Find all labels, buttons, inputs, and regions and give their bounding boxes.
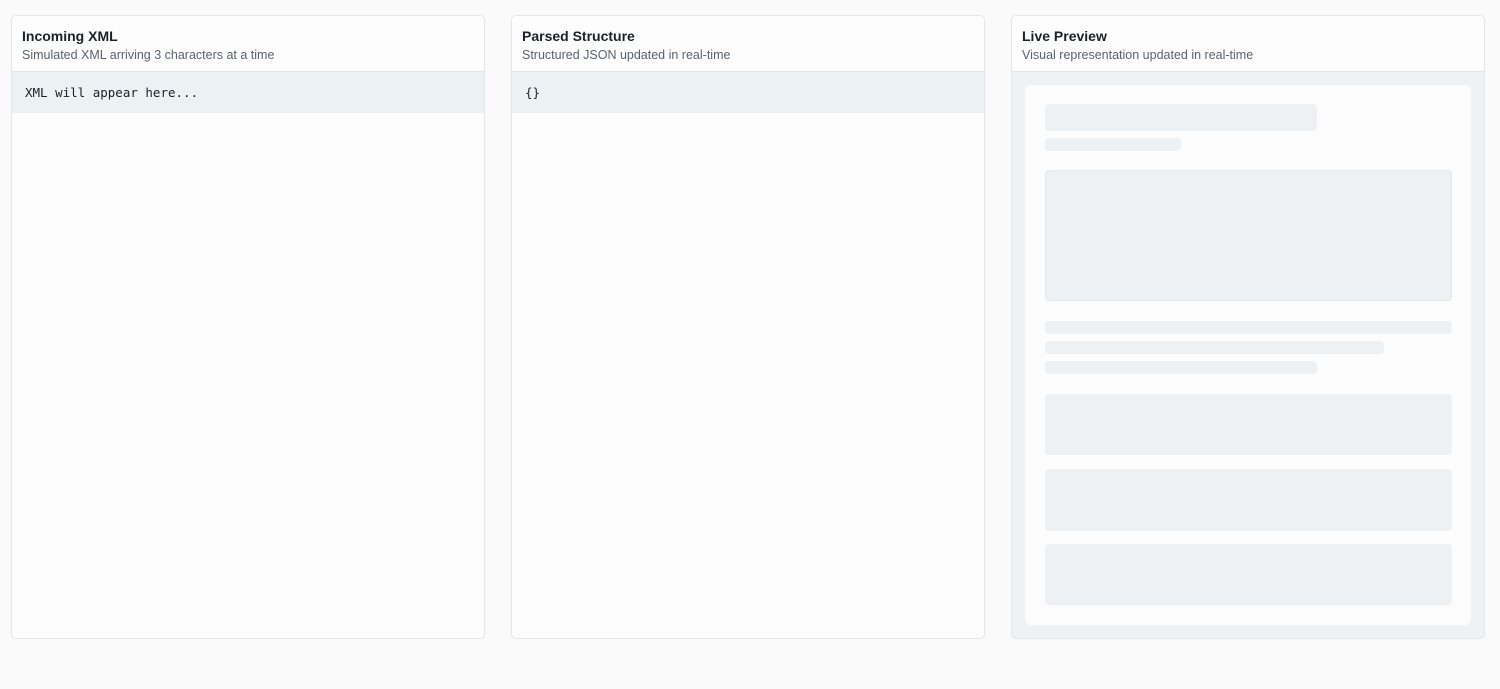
skeleton-block xyxy=(1045,469,1452,531)
panels-container: Incoming XML Simulated XML arriving 3 ch… xyxy=(11,15,1485,639)
skeleton-block xyxy=(1045,394,1452,455)
skeleton-subtitle xyxy=(1045,138,1181,151)
parsed-structure-header: Parsed Structure Structured JSON updated… xyxy=(512,16,984,72)
incoming-xml-panel: Incoming XML Simulated XML arriving 3 ch… xyxy=(11,15,485,639)
parsed-structure-title: Parsed Structure xyxy=(522,28,635,44)
live-preview-title: Live Preview xyxy=(1022,28,1107,44)
skeleton-image xyxy=(1045,170,1452,301)
skeleton-title xyxy=(1045,104,1317,131)
parsed-structure-subtitle: Structured JSON updated in real-time xyxy=(522,48,731,62)
live-preview-header: Live Preview Visual representation updat… xyxy=(1012,16,1484,72)
skeleton-text-line xyxy=(1045,341,1384,354)
parsed-structure-content[interactable]: {} xyxy=(512,72,984,113)
skeleton-block xyxy=(1045,544,1452,605)
live-preview-panel: Live Preview Visual representation updat… xyxy=(1011,15,1485,639)
skeleton-text-line xyxy=(1045,321,1452,334)
live-preview-subtitle: Visual representation updated in real-ti… xyxy=(1022,48,1254,62)
incoming-xml-content[interactable]: XML will appear here... xyxy=(12,72,484,113)
skeleton-text-line xyxy=(1045,361,1317,374)
incoming-xml-subtitle: Simulated XML arriving 3 characters at a… xyxy=(22,48,275,62)
incoming-xml-header: Incoming XML Simulated XML arriving 3 ch… xyxy=(12,16,484,72)
incoming-xml-title: Incoming XML xyxy=(22,28,118,44)
parsed-structure-panel: Parsed Structure Structured JSON updated… xyxy=(511,15,985,639)
preview-card xyxy=(1025,85,1471,625)
